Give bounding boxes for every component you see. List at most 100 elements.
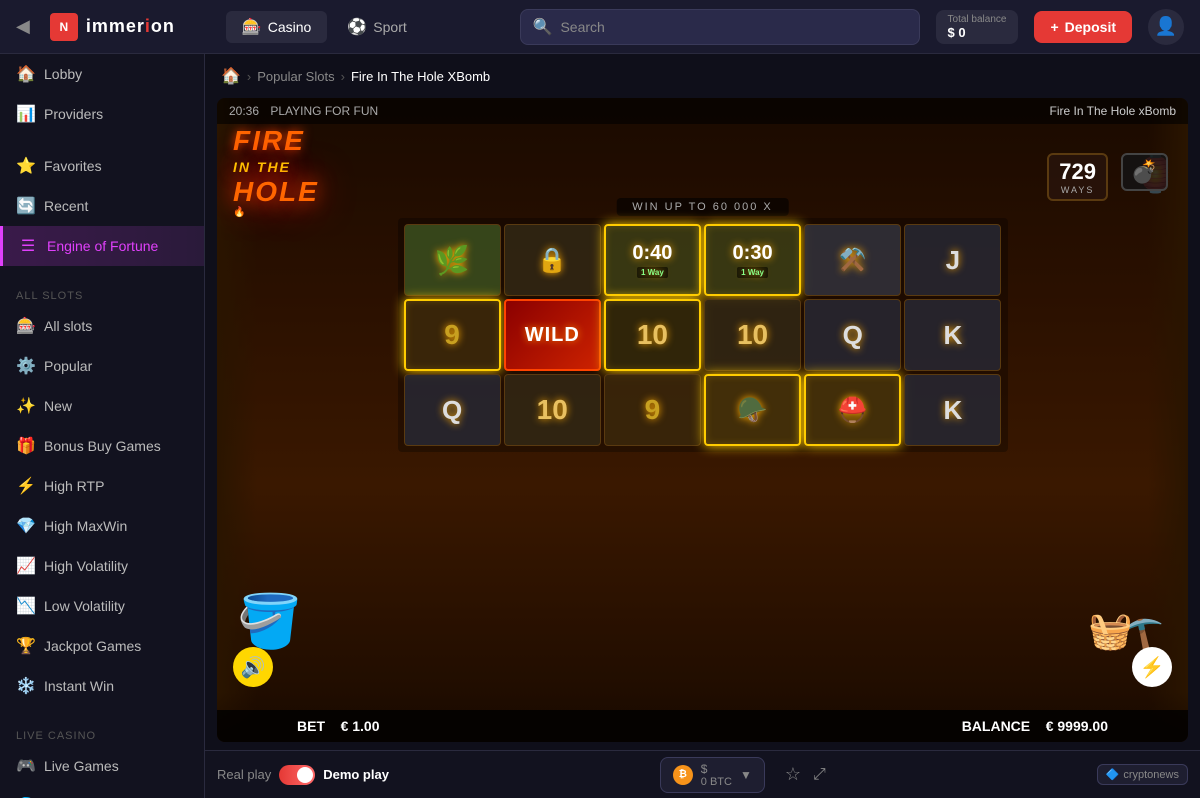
grid-cell-11: K (904, 299, 1001, 371)
lightning-button[interactable]: ⚡ (1132, 647, 1172, 687)
content-area: 🏠 › Popular Slots › Fire In The Hole XBo… (205, 54, 1200, 798)
ways-count: 729 (1059, 159, 1096, 185)
cryptonews-badge: 🔷 cryptonews (1097, 764, 1188, 785)
deposit-button[interactable]: + Deposit (1034, 11, 1132, 43)
crypto-chevron-down-icon: ▼ (740, 768, 752, 782)
grid-cell-17: K (904, 374, 1001, 446)
search-input[interactable] (560, 19, 906, 35)
new-icon: ✨ (16, 396, 34, 416)
sidebar-item-favorites[interactable]: ⭐ Favorites (0, 146, 204, 186)
sidebar-high-maxwin-label: High MaxWin (44, 518, 127, 534)
tab-casino[interactable]: 🎰 Casino (226, 11, 328, 43)
sidebar-item-high-maxwin[interactable]: 💎 High MaxWin (0, 506, 204, 546)
grid-cell-0: 🌿 (404, 224, 501, 296)
favorite-star-button[interactable]: ☆ (785, 764, 801, 785)
game-top-bar: 20:36 PLAYING FOR FUN Fire In The Hole x… (217, 98, 1188, 124)
bet-label: BET (297, 718, 325, 734)
sidebar-item-all-slots[interactable]: 🎰 All slots (0, 306, 204, 346)
sidebar-item-instant-win[interactable]: ❄️ Instant Win (0, 666, 204, 706)
all-slots-icon: 🎰 (16, 316, 34, 336)
sidebar-low-volatility-label: Low Volatility (44, 598, 125, 614)
breadcrumb: 🏠 › Popular Slots › Fire In The Hole XBo… (205, 54, 1200, 98)
ways-label: WAYS (1059, 185, 1096, 195)
grid-cell-5: J (904, 224, 1001, 296)
grid-cell-10: Q (804, 299, 901, 371)
crypto-usd: $ (701, 762, 732, 776)
crypto-selector[interactable]: ₿ $ 0 BTC ▼ (660, 757, 765, 793)
cryptonews-label: cryptonews (1123, 769, 1179, 781)
game-title-fire: FIRE IN THE HOLE (233, 126, 319, 207)
sidebar-live-games-label: Live Games (44, 758, 119, 774)
user-avatar-button[interactable]: 👤 (1148, 9, 1184, 45)
grid-cell-2: 0:40 1 Way (604, 224, 701, 296)
tab-sport[interactable]: ⚽ Sport (331, 11, 422, 43)
user-icon: 👤 (1155, 16, 1177, 37)
playing-status: PLAYING FOR FUN (270, 104, 378, 118)
recent-icon: 🔄 (16, 196, 34, 216)
search-bar[interactable]: 🔍 (520, 9, 920, 45)
sidebar-item-low-volatility[interactable]: 📉 Low Volatility (0, 586, 204, 626)
sidebar-recent-label: Recent (44, 198, 88, 214)
sidebar-item-engine-of-fortune[interactable]: ☰ Engine of Fortune (0, 226, 204, 266)
sidebar-bonus-buy-label: Bonus Buy Games (44, 438, 161, 454)
sidebar-item-lobby[interactable]: 🏠 Lobby (0, 54, 204, 94)
bonus-buy-icon: 🎁 (16, 436, 34, 456)
sidebar-item-language[interactable]: 🌐 English › (0, 786, 204, 798)
sidebar-item-popular[interactable]: ⚙️ Popular (0, 346, 204, 386)
sidebar-item-new[interactable]: ✨ New (0, 386, 204, 426)
sidebar-item-high-rtp[interactable]: ⚡ High RTP (0, 466, 204, 506)
sidebar-item-bonus-buy[interactable]: 🎁 Bonus Buy Games (0, 426, 204, 466)
low-volatility-icon: 📉 (16, 596, 34, 616)
grid-cell-6: 9 (404, 299, 501, 371)
grid-cell-9: 10 (704, 299, 801, 371)
grid-cell-8: 10 (604, 299, 701, 371)
home-breadcrumb-icon[interactable]: 🏠 (221, 66, 241, 86)
sound-button[interactable]: 🔊 (233, 647, 273, 687)
play-mode-toggle: Real play Demo play (217, 765, 389, 785)
game-logo: FIRE IN THE HOLE 🔥 (233, 126, 319, 218)
live-games-icon: 🎮 (16, 756, 34, 776)
sidebar-providers-label: Providers (44, 106, 103, 122)
tab-casino-label: Casino (268, 19, 312, 35)
sidebar-item-high-volatility[interactable]: 📈 High Volatility (0, 546, 204, 586)
bomb-badge: 💣 (1121, 153, 1168, 191)
engine-icon: ☰ (19, 236, 37, 256)
sport-icon: ⚽ (347, 17, 367, 37)
expand-game-button[interactable]: ⤢ (813, 766, 826, 784)
balance-value: $ 0 (948, 25, 1007, 40)
logo-area: N immerion (50, 13, 210, 41)
grid-cell-7: WILD (504, 299, 601, 371)
sidebar-jackpot-label: Jackpot Games (44, 638, 141, 654)
crypto-amount: $ 0 BTC (701, 762, 732, 788)
sidebar-item-recent[interactable]: 🔄 Recent (0, 186, 204, 226)
sidebar-new-label: New (44, 398, 72, 414)
sidebar-item-jackpot[interactable]: 🏆 Jackpot Games (0, 626, 204, 666)
win-banner: WIN UP TO 60 000 X (616, 198, 789, 216)
back-button[interactable]: ◀ (16, 16, 30, 37)
grid-cell-15: 🪖 (704, 374, 801, 446)
favorites-icon: ⭐ (16, 156, 34, 176)
barrel-decoration: 🪣 (237, 591, 302, 652)
breadcrumb-popular-slots[interactable]: Popular Slots (257, 69, 334, 84)
breadcrumb-current: Fire In The Hole XBomb (351, 69, 490, 84)
bet-value: € 1.00 (341, 718, 380, 734)
bottom-bar: Real play Demo play ₿ $ 0 BTC ▼ ☆ ⤢ 🔷 cr… (205, 750, 1200, 798)
high-rtp-icon: ⚡ (16, 476, 34, 496)
high-maxwin-icon: 💎 (16, 516, 34, 536)
grid-cell-14: 9 (604, 374, 701, 446)
game-time-status: 20:36 PLAYING FOR FUN (229, 104, 378, 118)
grid-cell-13: 10 (504, 374, 601, 446)
game-grid-container: 🌿 🔒 0:40 1 Way 0:30 (398, 218, 1008, 452)
game-grid: 🌿 🔒 0:40 1 Way 0:30 (398, 218, 1008, 452)
balance-area: Total balance $ 0 (936, 10, 1019, 44)
sidebar-popular-label: Popular (44, 358, 92, 374)
real-play-label: Real play (217, 767, 271, 782)
game-inner: 20:36 PLAYING FOR FUN Fire In The Hole x… (217, 98, 1188, 742)
sidebar-item-live-games[interactable]: 🎮 Live Games (0, 746, 204, 786)
all-slots-section-label: ALL SLOTS (0, 278, 204, 306)
win-up-to-text: WIN UP TO 60 000 X (632, 201, 773, 213)
game-background: 20:36 PLAYING FOR FUN Fire In The Hole x… (217, 98, 1188, 742)
breadcrumb-sep-1: › (247, 69, 251, 84)
sidebar-item-providers[interactable]: 📊 Providers (0, 94, 204, 134)
play-mode-switch[interactable] (279, 765, 315, 785)
